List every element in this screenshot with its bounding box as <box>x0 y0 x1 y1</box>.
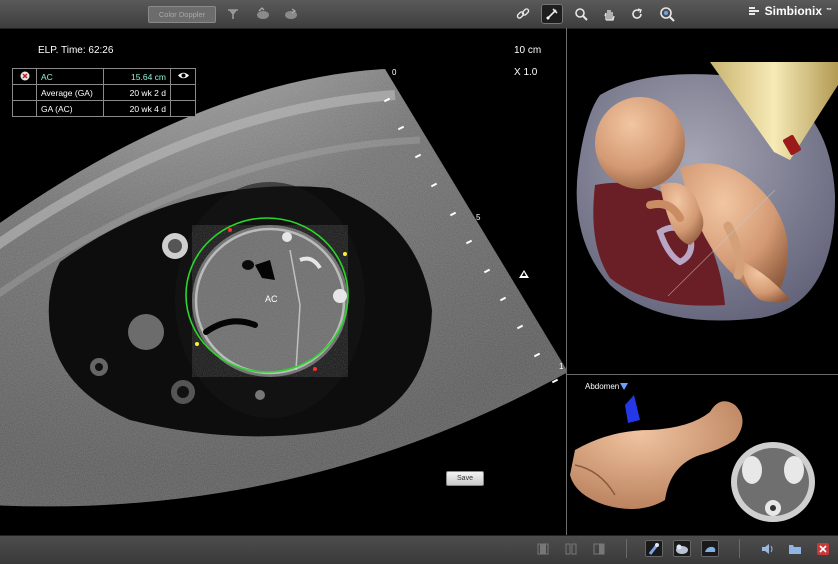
fetus-3d-view[interactable] <box>567 28 838 374</box>
empty-cell <box>170 84 196 101</box>
pan-hand-icon[interactable] <box>598 4 620 24</box>
probe-location-marker-icon <box>620 383 628 390</box>
measurement-name: Average (GA) <box>36 84 104 101</box>
toolbar-separator <box>626 539 627 558</box>
layout-quad-icon[interactable] <box>590 540 608 557</box>
body-model <box>570 395 815 522</box>
circle-label: AC <box>265 294 278 304</box>
body-view-icon <box>705 546 716 552</box>
depth-scale-label: 5 <box>476 213 481 222</box>
fetus-view-icon <box>676 544 688 554</box>
empty-cell <box>12 100 37 117</box>
simbionix-logo: Simbionix ™ <box>747 4 832 18</box>
measurement-row[interactable]: AC 15.64 cm <box>12 68 196 85</box>
fetus-3d-model <box>576 62 838 321</box>
link-icon[interactable] <box>512 4 534 24</box>
close-icon[interactable] <box>814 540 832 557</box>
depth-readout: 10 cm <box>514 45 542 56</box>
empty-cell <box>170 100 196 117</box>
color-doppler-button[interactable]: Color Doppler <box>148 6 216 23</box>
zoom-icon[interactable] <box>570 4 592 24</box>
delete-measurement-cell[interactable] <box>12 68 37 85</box>
caliper-tool-icon[interactable] <box>541 4 563 24</box>
zoom-readout: X 1.0 <box>514 67 538 78</box>
simbionix-logo-icon <box>748 7 759 15</box>
body-view-button[interactable] <box>701 540 719 557</box>
measurement-value: 20 wk 2 d <box>103 84 171 101</box>
toolbar-separator <box>739 539 740 558</box>
body-overview-view[interactable] <box>567 375 838 535</box>
depth-scale-label: 0 <box>392 68 397 77</box>
top-toolbar: Color Doppler Simbionix ™ <box>0 0 838 29</box>
fetus-view-button[interactable] <box>673 540 691 557</box>
probe-icon[interactable] <box>252 4 274 24</box>
measurement-name: GA (AC) <box>36 100 104 117</box>
sound-icon[interactable] <box>758 540 776 557</box>
measurement-table: AC 15.64 cm Average (GA) 20 wk 2 d GA (A… <box>12 68 196 117</box>
pw-doppler-icon[interactable] <box>222 4 244 24</box>
zoom-out-icon[interactable] <box>656 4 678 24</box>
delete-icon[interactable] <box>20 71 30 81</box>
eye-icon[interactable] <box>177 71 190 80</box>
measurement-row[interactable]: GA (AC) 20 wk 4 d <box>12 100 196 117</box>
visibility-cell[interactable] <box>170 68 196 85</box>
save-button[interactable]: Save <box>446 471 484 486</box>
probe-location-label: Abdomen <box>585 382 620 391</box>
simbionix-logo-tm: ™ <box>826 8 832 14</box>
elapsed-time: ELP. Time: 62:26 <box>38 45 114 56</box>
simbionix-logo-text: Simbionix <box>764 4 822 18</box>
empty-cell <box>12 84 37 101</box>
measurement-value: 15.64 cm <box>103 68 171 85</box>
depth-scale-label: 1 <box>559 362 564 371</box>
probe-view-button[interactable] <box>645 540 663 557</box>
layout-single-icon[interactable] <box>534 540 552 557</box>
focus-marker[interactable] <box>519 270 529 278</box>
measurement-value: 20 wk 4 d <box>103 100 171 117</box>
measurement-name: AC <box>36 68 104 85</box>
folder-icon[interactable] <box>786 540 804 557</box>
probe-view-icon <box>648 542 659 555</box>
measurement-row[interactable]: Average (GA) 20 wk 2 d <box>12 84 196 101</box>
layout-split-icon[interactable] <box>562 540 580 557</box>
probe-rotate-icon[interactable] <box>280 4 302 24</box>
rotate-icon[interactable] <box>626 4 648 24</box>
